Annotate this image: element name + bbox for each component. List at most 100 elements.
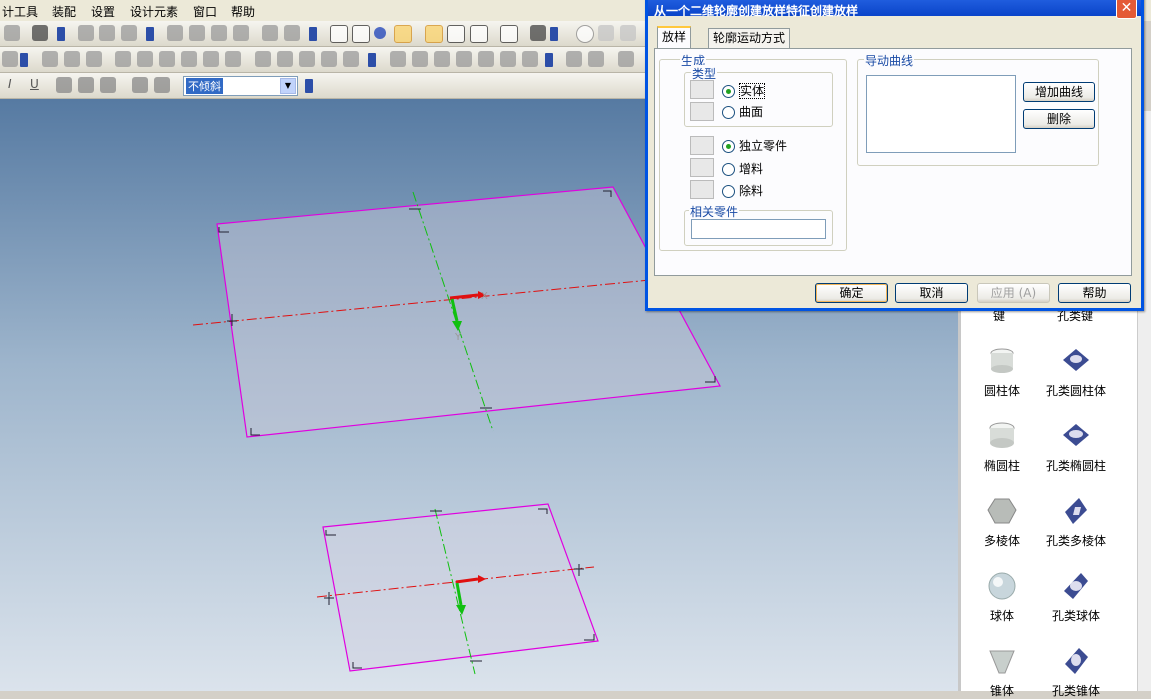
radio-independent-part[interactable] [722,140,735,153]
tool-icon[interactable] [284,25,300,41]
tab-profile-motion[interactable]: 轮廓运动方式 [708,28,791,48]
shape-item-hole-cone[interactable]: 孔类锥体 [1036,646,1116,699]
hidden-line-icon[interactable] [352,25,370,43]
wireframe-icon[interactable] [330,25,348,43]
material-icon[interactable] [530,25,546,41]
menu-tools[interactable]: 计工具 [2,3,38,20]
toolbar-overflow-icon[interactable] [20,53,28,67]
add-curve-button[interactable]: 增加曲线 [1023,82,1095,102]
shape-item-prism[interactable]: 多棱体 [962,496,1042,549]
tool-icon[interactable] [167,25,183,41]
apply-button[interactable]: 应用 (A) [977,283,1050,303]
tool-icon[interactable] [456,51,472,67]
tool-icon[interactable] [42,51,58,67]
tool-icon[interactable] [99,25,115,41]
shape-item-sphere[interactable]: 球体 [962,571,1042,624]
menu-window[interactable]: 窗口 [193,3,217,20]
menu-design-elements[interactable]: 设计元素 [130,3,178,20]
menu-assembly[interactable]: 装配 [52,3,76,20]
shape-item-hole-prism[interactable]: 孔类多棱体 [1036,496,1116,549]
radio-surface[interactable] [722,106,735,119]
tool-icon[interactable] [299,51,315,67]
guide-curve-list[interactable] [866,75,1016,153]
delete-curve-button[interactable]: 删除 [1023,109,1095,129]
tool-icon[interactable] [137,51,153,67]
tool-icon[interactable] [434,51,450,67]
align-center-icon[interactable] [78,77,94,93]
toolbar-overflow-icon[interactable] [146,27,154,41]
radio-add-material[interactable] [722,163,735,176]
toolbar-overflow-icon[interactable] [305,79,313,93]
play-icon[interactable] [598,25,614,41]
shape-item-hole-cylinder[interactable]: 孔类圆柱体 [1036,346,1116,399]
tool-icon[interactable] [277,51,293,67]
mode-add-option[interactable]: 增料 [722,160,763,177]
tool-icon[interactable] [412,51,428,67]
tool-icon[interactable] [4,25,20,41]
tool-icon[interactable] [566,51,582,67]
help-pointer-icon[interactable] [32,25,48,41]
tool-icon[interactable] [522,51,538,67]
tool-icon[interactable] [500,51,516,67]
view-box-icon[interactable] [447,25,465,43]
menu-settings[interactable]: 设置 [91,3,115,20]
tool-icon[interactable] [203,51,219,67]
tab-loft[interactable]: 放样 [657,26,692,50]
tool-icon[interactable] [255,51,271,67]
sketch-plane-lower[interactable] [322,503,599,672]
record-icon[interactable] [576,25,594,43]
window-icon[interactable] [500,25,518,43]
menu-help[interactable]: 帮助 [231,3,255,20]
tool-icon[interactable] [343,51,359,67]
type-solid-option[interactable]: 实体 [722,82,766,99]
tool-icon[interactable] [618,51,634,67]
tool-icon[interactable] [2,51,18,67]
radio-solid[interactable] [722,85,735,98]
ok-button[interactable]: 确定 [815,283,888,303]
tool-icon[interactable] [159,51,175,67]
tool-icon[interactable] [478,51,494,67]
shaded-edges-icon[interactable] [394,25,412,43]
tool-icon[interactable] [181,51,197,67]
tool-icon[interactable] [390,51,406,67]
toolbar-overflow-icon[interactable] [545,53,553,67]
tool-icon[interactable] [115,51,131,67]
tool-icon[interactable] [211,25,227,41]
tool-icon[interactable] [262,25,278,41]
toolbar-overflow-icon[interactable] [368,53,376,67]
tool-icon[interactable] [64,51,80,67]
type-surface-option[interactable]: 曲面 [722,103,763,120]
radio-remove-material[interactable] [722,185,735,198]
toolbar-overflow-icon[interactable] [550,27,558,41]
stop-icon[interactable] [620,25,636,41]
tool-icon[interactable] [225,51,241,67]
view-box-icon[interactable] [470,25,488,43]
shape-item-elliptic-cylinder[interactable]: 椭圆柱 [962,421,1042,474]
cancel-button[interactable]: 取消 [895,283,968,303]
tool-icon[interactable] [321,51,337,67]
underline-icon[interactable]: U [30,77,39,91]
toolbar-overflow-icon[interactable] [309,27,317,41]
shape-item-hole-elliptic-cylinder[interactable]: 孔类椭圆柱 [1036,421,1116,474]
slant-select[interactable]: 不倾斜 ▼ [183,76,298,96]
font-size-up-icon[interactable] [132,77,148,93]
shaded-icon[interactable] [374,27,386,39]
help-button[interactable]: 帮助 [1058,283,1131,303]
tool-icon[interactable] [121,25,137,41]
mode-remove-option[interactable]: 除料 [722,182,763,199]
align-left-icon[interactable] [56,77,72,93]
mode-independent-option[interactable]: 独立零件 [722,137,787,154]
italic-icon[interactable]: I [8,77,12,91]
dialog-title-bar[interactable]: 从一个二维轮廓创建放样特征创建放样 ✕ [648,0,1141,19]
shape-item-cylinder[interactable]: 圆柱体 [962,346,1042,399]
view-box-icon[interactable] [425,25,443,43]
related-parts-field[interactable] [691,219,826,239]
tool-icon[interactable] [189,25,205,41]
tool-icon[interactable] [78,25,94,41]
chevron-down-icon[interactable]: ▼ [280,78,296,94]
shape-item-hole-sphere[interactable]: 孔类球体 [1036,571,1116,624]
shape-item-cone[interactable]: 锥体 [962,646,1042,699]
tool-icon[interactable] [86,51,102,67]
font-size-down-icon[interactable] [154,77,170,93]
tool-icon[interactable] [588,51,604,67]
